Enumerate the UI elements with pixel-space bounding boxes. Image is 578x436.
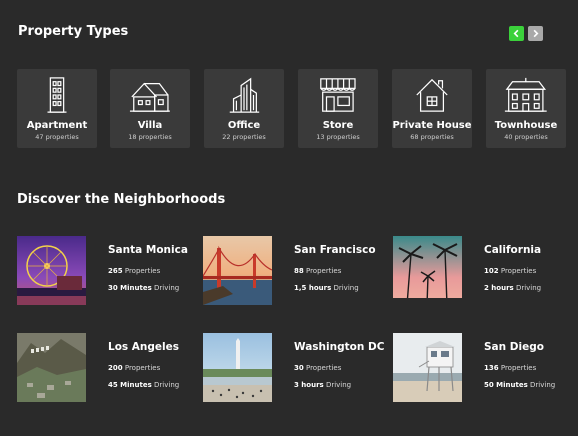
property-type-card-townhouse[interactable]: Townhouse 40 properties <box>486 69 566 148</box>
property-type-count: 47 properties <box>35 133 79 141</box>
neighborhood-photo[interactable] <box>393 236 462 305</box>
chevron-left-icon <box>513 29 519 38</box>
neighborhood-drive-time: 50 Minutes Driving <box>484 381 556 389</box>
property-type-count: 18 properties <box>128 133 172 141</box>
neighborhood-card-california[interactable]: California 102 Properties 2 hours Drivin… <box>393 236 573 306</box>
neighborhood-photo[interactable] <box>203 333 272 402</box>
property-type-name: Store <box>322 120 354 131</box>
neighborhood-name: Santa Monica <box>108 244 188 256</box>
carousel-next-button[interactable] <box>528 26 543 41</box>
property-type-card-private-house[interactable]: Private House 68 properties <box>392 69 472 148</box>
property-type-count: 68 properties <box>410 133 454 141</box>
property-type-card-office[interactable]: Office 22 properties <box>204 69 284 148</box>
neighborhood-drive-time: 45 Minutes Driving <box>108 381 180 389</box>
neighborhood-photo[interactable] <box>17 236 86 305</box>
store-icon <box>298 75 378 115</box>
property-type-name: Office <box>227 120 261 131</box>
property-type-count: 13 properties <box>316 133 360 141</box>
house-icon <box>392 75 472 115</box>
neighborhood-name: San Francisco <box>294 244 376 256</box>
property-type-count: 40 properties <box>504 133 548 141</box>
property-type-name: Villa <box>137 120 163 131</box>
property-types-title: Property Types <box>18 24 129 39</box>
neighborhood-card-los-angeles[interactable]: Los Angeles 200 Properties 45 Minutes Dr… <box>17 333 197 403</box>
neighborhood-card-san-diego[interactable]: San Diego 136 Properties 50 Minutes Driv… <box>393 333 573 403</box>
neighborhood-card-santa-monica[interactable]: Santa Monica 265 Properties 30 Minutes D… <box>17 236 197 306</box>
neighborhood-name: California <box>484 244 542 256</box>
neighborhood-properties: 265 Properties <box>108 267 161 275</box>
neighborhood-properties: 30 Properties <box>294 364 342 372</box>
carousel-prev-button[interactable] <box>509 26 524 41</box>
neighborhood-properties: 88 Properties <box>294 267 342 275</box>
property-type-name: Apartment <box>26 120 88 131</box>
neighborhood-drive-time: 30 Minutes Driving <box>108 284 180 292</box>
property-type-count: 22 properties <box>222 133 266 141</box>
neighborhoods-title: Discover the Neighborhoods <box>17 192 226 207</box>
property-type-name: Townhouse <box>494 120 558 131</box>
neighborhood-photo[interactable] <box>17 333 86 402</box>
neighborhood-name: San Diego <box>484 341 544 353</box>
neighborhood-card-washington-dc[interactable]: Washington DC 30 Properties 3 hours Driv… <box>203 333 385 403</box>
neighborhood-drive-time: 1,5 hours Driving <box>294 284 359 292</box>
neighborhood-name: Los Angeles <box>108 341 180 353</box>
apartment-building-icon <box>17 75 97 115</box>
neighborhood-drive-time: 3 hours Driving <box>294 381 352 389</box>
property-type-card-store[interactable]: Store 13 properties <box>298 69 378 148</box>
townhouse-icon <box>486 75 566 115</box>
neighborhood-properties: 136 Properties <box>484 364 537 372</box>
villa-icon <box>110 75 190 115</box>
neighborhood-name: Washington DC <box>294 341 385 353</box>
neighborhood-drive-time: 2 hours Driving <box>484 284 542 292</box>
neighborhood-card-san-francisco[interactable]: San Francisco 88 Properties 1,5 hours Dr… <box>203 236 383 306</box>
property-type-name: Private House <box>392 120 472 131</box>
neighborhood-properties: 102 Properties <box>484 267 537 275</box>
neighborhood-photo[interactable] <box>393 333 462 402</box>
property-type-card-villa[interactable]: Villa 18 properties <box>110 69 190 148</box>
neighborhood-properties: 200 Properties <box>108 364 161 372</box>
neighborhood-photo[interactable] <box>203 236 272 305</box>
property-type-card-apartment[interactable]: Apartment 47 properties <box>17 69 97 148</box>
chevron-right-icon <box>533 29 539 38</box>
office-building-icon <box>204 75 284 115</box>
